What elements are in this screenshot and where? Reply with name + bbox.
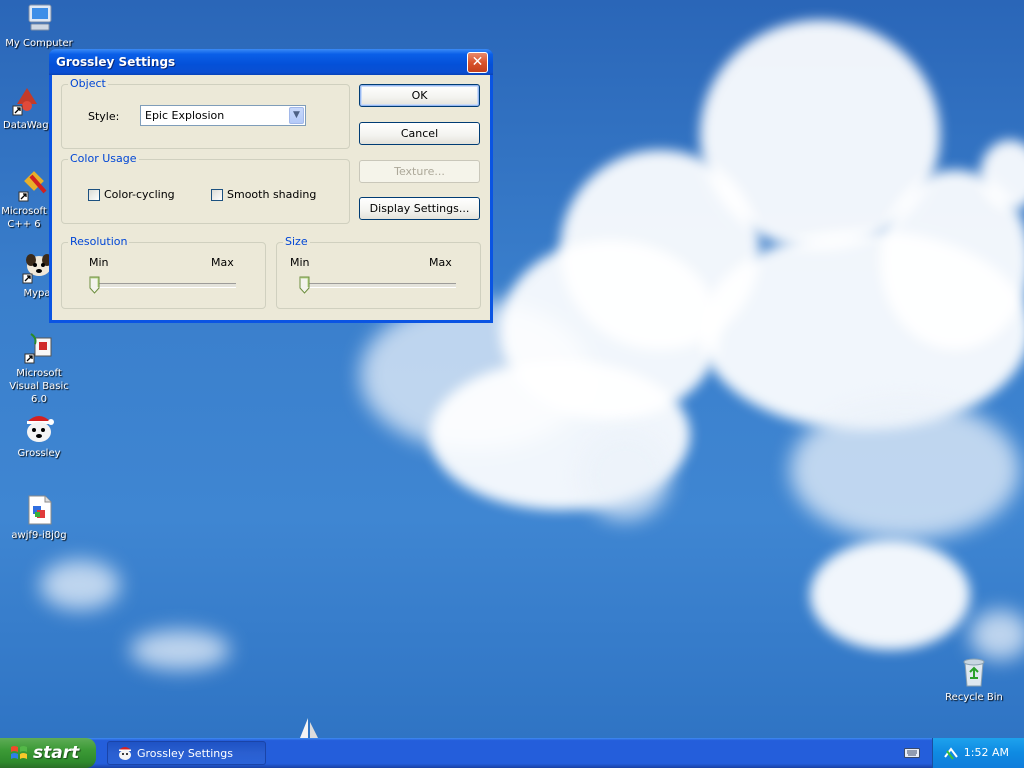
cancel-button[interactable]: Cancel (359, 122, 480, 145)
cloud (580, 430, 670, 520)
visual-basic-icon (24, 333, 52, 364)
desktop-icon-recycle-bin[interactable]: Recycle Bin (935, 656, 1013, 704)
desktop-icon-visual-basic[interactable]: Microsoft Visual Basic 6.0 (0, 332, 78, 406)
start-button[interactable]: start (0, 738, 96, 768)
cloud (810, 540, 970, 650)
size-min-label: Min (290, 256, 310, 269)
system-tray: 1:52 AM (932, 738, 1024, 768)
smooth-shading-label[interactable]: Smooth shading (227, 188, 316, 201)
datawag-icon (12, 88, 37, 116)
taskbar-item-label: Grossley Settings (137, 747, 233, 760)
network-icon[interactable] (943, 745, 959, 761)
style-dropdown-value: Epic Explosion (145, 109, 225, 122)
group-legend: Color Usage (68, 152, 139, 165)
smooth-shading-checkbox[interactable] (211, 189, 223, 201)
desktop-icon-my-computer[interactable]: My Computer (0, 2, 78, 50)
cloud (970, 610, 1024, 660)
sailboat-icon (300, 718, 318, 738)
desktop-icon-label: Grossley (17, 448, 61, 459)
ok-button[interactable]: OK (359, 84, 480, 107)
size-slider-thumb[interactable] (299, 276, 310, 294)
group-legend: Object (68, 77, 108, 90)
dialog-client-area: Object Style: Epic Explosion ▼ Color Usa… (52, 75, 490, 320)
cloud (40, 560, 120, 610)
chevron-down-icon[interactable]: ▼ (289, 107, 304, 124)
color-cycling-checkbox[interactable] (88, 189, 100, 201)
taskbar: start Grossley Settings 1:52 AM (0, 738, 1024, 768)
taskbar-item-grossley-settings[interactable]: Grossley Settings (107, 741, 266, 765)
window-title-bar[interactable]: Grossley Settings ✕ (49, 49, 493, 75)
recycle-bin-icon (963, 658, 985, 687)
settings-window: Grossley Settings ✕ Object Style: Epic E… (49, 49, 493, 323)
computer-icon (28, 4, 52, 31)
desktop-icon-label: awjf9-i8j0g (11, 530, 67, 541)
texture-button[interactable]: Texture... (359, 160, 480, 183)
object-group: Object Style: Epic Explosion ▼ (61, 77, 350, 149)
grossley-dog-icon (119, 747, 131, 760)
keyboard-icon[interactable] (904, 747, 920, 759)
window-title: Grossley Settings (56, 55, 176, 69)
cloud (790, 400, 1020, 540)
image-file-icon (28, 495, 52, 525)
close-button[interactable]: ✕ (467, 52, 488, 73)
windows-logo-icon (11, 746, 27, 759)
display-settings-button[interactable]: Display Settings... (359, 197, 480, 220)
start-label: start (33, 743, 80, 763)
resolution-min-label: Min (89, 256, 109, 269)
group-legend: Size (283, 235, 310, 248)
cloud (130, 630, 230, 670)
style-dropdown[interactable]: Epic Explosion ▼ (140, 105, 306, 126)
color-cycling-label[interactable]: Color-cycling (104, 188, 175, 201)
close-icon: ✕ (471, 54, 484, 70)
visual-cpp-icon (18, 171, 47, 202)
style-label: Style: (88, 110, 120, 123)
desktop-icon-grossley[interactable]: Grossley (0, 412, 78, 460)
clock[interactable]: 1:52 AM (964, 746, 1009, 759)
size-slider-track[interactable] (301, 283, 456, 288)
desktop-icon-file[interactable]: awjf9-i8j0g (0, 494, 78, 542)
desktop-icon-label: Microsoft C++ 6 (1, 206, 47, 230)
grossley-dog-icon (27, 416, 54, 442)
resolution-max-label: Max (211, 256, 234, 269)
color-usage-group: Color Usage Color-cycling Smooth shading (61, 152, 350, 224)
resolution-slider-thumb[interactable] (89, 276, 100, 294)
desktop-icon-label: Microsoft Visual Basic 6.0 (9, 368, 69, 405)
group-legend: Resolution (68, 235, 130, 248)
resolution-group: Resolution Min Max (61, 235, 266, 309)
size-max-label: Max (429, 256, 452, 269)
desktop-icon-label: Recycle Bin (945, 692, 1003, 703)
resolution-slider-track[interactable] (90, 283, 236, 288)
size-group: Size Min Max (276, 235, 481, 309)
